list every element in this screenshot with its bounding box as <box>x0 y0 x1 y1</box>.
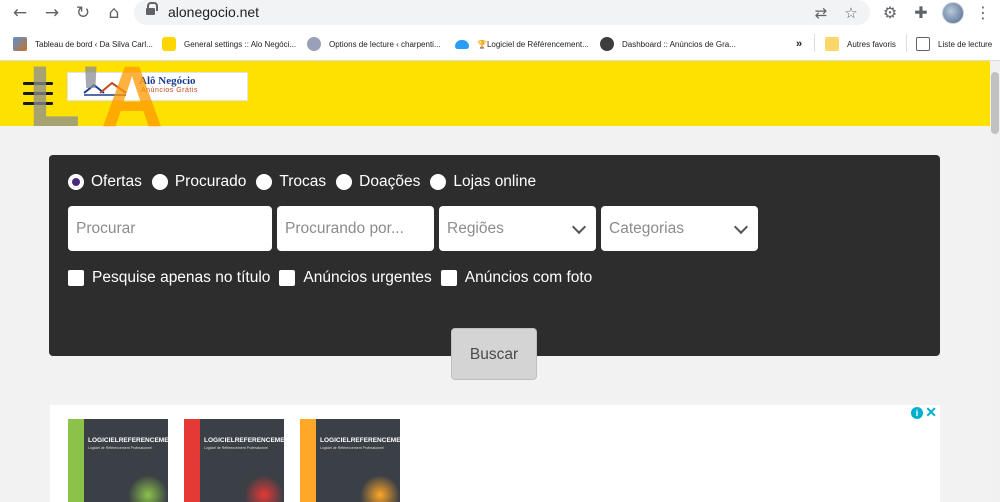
radio-label: Lojas online <box>453 173 537 190</box>
bookmark-item[interactable]: 🏆Logiciel de Référencement... <box>455 36 589 52</box>
checkbox-label: Anúncios urgentes <box>303 269 432 286</box>
wordpress-icon <box>307 37 321 51</box>
reload-icon[interactable]: ↻ <box>72 2 94 24</box>
checkbox-urgent[interactable]: Anúncios urgentes <box>279 269 432 287</box>
checkbox[interactable] <box>279 270 296 286</box>
menu-kebab-icon[interactable]: ⋮ <box>972 2 994 24</box>
radio-ofertas[interactable]: Ofertas <box>68 173 142 191</box>
extensions-puzzle-icon[interactable]: ✚ <box>910 2 932 24</box>
region-select-value: Regiões <box>447 220 504 237</box>
box-graphic <box>360 475 400 502</box>
product-brand: LOGICIELREFERENCEMENT.COM <box>88 437 194 444</box>
box-side <box>68 419 84 502</box>
reading-list-label: Liste de lecture <box>938 39 993 49</box>
scrollbar-thumb[interactable] <box>991 72 999 134</box>
magnifier-icon <box>600 37 614 51</box>
bookmark-label: Options de lecture ‹ charpenti... <box>329 39 441 49</box>
checkbox-label: Pesquise apenas no título <box>92 269 271 286</box>
checkbox[interactable] <box>440 270 457 286</box>
listing-type-radios: Ofertas Procurado Trocas Doações Lojas o… <box>68 173 546 191</box>
box-side <box>184 419 200 502</box>
bookmark-item[interactable]: Dashboard :: Anúncios de Gra... <box>600 36 736 52</box>
back-arrow-icon[interactable]: ← <box>9 2 31 24</box>
bookmark-separator <box>814 34 815 52</box>
site-thumbnail-icon <box>13 37 27 51</box>
radio-label: Ofertas <box>91 173 142 190</box>
forward-arrow-icon[interactable]: → <box>41 2 63 24</box>
box-face <box>200 419 284 502</box>
radio-button[interactable] <box>151 174 168 190</box>
ad-product-box[interactable]: LOGICIELREFERENCEMENT.COM Logiciel de Ré… <box>68 419 193 502</box>
checkbox[interactable] <box>68 270 84 286</box>
bookmark-item[interactable]: General settings :: Alo Negóci... <box>162 36 296 52</box>
region-select[interactable]: Regiões <box>439 206 596 251</box>
box-face <box>316 419 400 502</box>
ad-product-box[interactable]: LOGICIELREFERENCEMENT.COM Logiciel de Ré… <box>184 419 309 502</box>
product-brand: LOGICIELREFERENCEMENT.COM <box>320 437 426 444</box>
extension-gear-icon[interactable]: ⚙ <box>879 2 901 24</box>
radio-button[interactable] <box>336 174 353 190</box>
watermark-letters: L' <box>28 49 101 145</box>
watermark-logo: L'A <box>28 54 163 140</box>
browser-toolbar: ← → ↻ ⌂ alonegocio.net ⇄ ☆ ⚙ ✚ ⋮ <box>0 0 1000 26</box>
address-url[interactable]: alonegocio.net <box>168 4 259 20</box>
advertisement-banner[interactable]: i ✕ LOGICIELREFERENCEMENT.COM Logiciel d… <box>50 405 940 502</box>
reading-list[interactable]: Liste de lecture <box>916 36 992 52</box>
bookmark-label: Tableau de bord ‹ Da Silva Carl... <box>35 39 153 49</box>
product-brand: LOGICIELREFERENCEMENT.COM <box>204 437 310 444</box>
radio-button[interactable] <box>430 174 447 190</box>
search-filters: Pesquise apenas no título Anúncios urgen… <box>68 269 601 287</box>
vertical-scrollbar[interactable] <box>990 61 1000 502</box>
ad-info-icon[interactable]: i <box>911 407 923 419</box>
product-tagline: Logiciel de Référencement Professionnel <box>320 446 384 450</box>
ad-product-box[interactable]: LOGICIELREFERENCEMENT.COM Logiciel de Ré… <box>300 419 425 502</box>
chevron-down-icon <box>733 219 749 235</box>
translate-icon[interactable]: ⇄ <box>811 3 831 23</box>
checkbox-label: Anúncios com foto <box>464 269 593 286</box>
more-bookmarks-chevron-icon[interactable]: » <box>796 36 802 52</box>
product-tagline: Logiciel de Référencement Professionnel <box>204 446 268 450</box>
address-bar[interactable]: alonegocio.net ⇄ ☆ <box>134 0 870 25</box>
checkbox-with-photo[interactable]: Anúncios com foto <box>440 269 593 287</box>
radio-doacoes[interactable]: Doações <box>336 173 420 191</box>
home-icon[interactable]: ⌂ <box>103 2 125 24</box>
box-graphic <box>128 475 168 502</box>
radio-button[interactable] <box>256 174 273 190</box>
box-side <box>300 419 316 502</box>
radio-procurado[interactable]: Procurado <box>151 173 247 191</box>
chevron-down-icon <box>571 219 587 235</box>
category-select[interactable]: Categorias <box>601 206 758 251</box>
search-query-input[interactable]: Procurar <box>68 206 272 251</box>
box-graphic <box>244 475 284 502</box>
search-panel: Ofertas Procurado Trocas Doações Lojas o… <box>49 155 940 356</box>
bookmark-item[interactable]: Options de lecture ‹ charpenti... <box>307 36 441 52</box>
radio-label: Doações <box>359 173 421 190</box>
bookmark-star-icon[interactable]: ☆ <box>841 3 861 23</box>
radio-lojas-online[interactable]: Lojas online <box>430 173 536 191</box>
folder-icon <box>825 37 839 51</box>
profile-avatar[interactable] <box>942 2 964 24</box>
bookmark-label: 🏆Logiciel de Référencement... <box>477 39 589 49</box>
bookmark-separator <box>906 34 907 52</box>
radio-label: Trocas <box>279 173 327 190</box>
reading-list-icon <box>916 37 930 51</box>
radio-label: Procurado <box>174 173 247 190</box>
checkbox-title-only[interactable]: Pesquise apenas no título <box>68 269 270 287</box>
search-submit-button[interactable]: Buscar <box>451 328 537 380</box>
searching-for-input[interactable]: Procurando por... <box>277 206 434 251</box>
other-bookmarks-folder[interactable]: Autres favoris <box>825 36 896 52</box>
radio-trocas[interactable]: Trocas <box>256 173 326 191</box>
category-select-value: Categorias <box>609 220 684 237</box>
box-face <box>84 419 168 502</box>
ad-close-icon[interactable]: ✕ <box>925 405 937 419</box>
product-tagline: Logiciel de Référencement Professionnel <box>88 446 152 450</box>
watermark-letter-a: A <box>100 49 164 145</box>
radio-button[interactable] <box>68 174 84 190</box>
cloud-icon <box>455 39 469 49</box>
alo-logo-icon <box>162 37 176 51</box>
lock-icon[interactable] <box>146 2 158 17</box>
other-bookmarks-label: Autres favoris <box>847 39 896 49</box>
bookmark-label: General settings :: Alo Negóci... <box>184 39 297 49</box>
bookmark-label: Dashboard :: Anúncios de Gra... <box>622 39 736 49</box>
